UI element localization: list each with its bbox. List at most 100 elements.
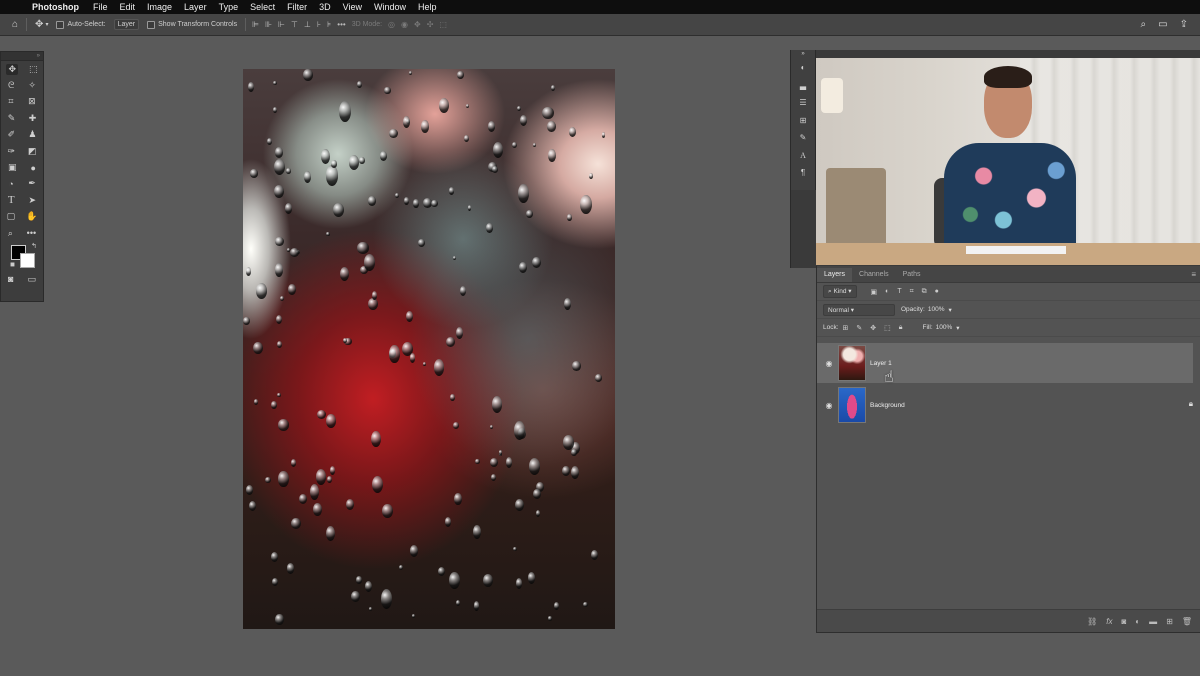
frame-tool-icon[interactable]: ⊠ [28, 96, 36, 107]
align-top-icon[interactable]: ⊤ [291, 20, 298, 29]
show-transform-controls-checkbox[interactable]: Show Transform Controls [147, 20, 237, 29]
lock-all-icon[interactable]: 🔒︎ [899, 324, 903, 332]
search-icon[interactable]: ⌕ [1141, 19, 1147, 30]
default-colors-icon[interactable]: ◼ [10, 261, 15, 268]
layer-style-icon[interactable]: fx [1106, 617, 1112, 626]
properties-panel-icon[interactable]: ☰ [791, 94, 815, 112]
marquee-tool-icon[interactable]: ⬚ [29, 64, 38, 75]
histogram-panel-icon[interactable]: ▃ [791, 77, 815, 95]
tab-channels[interactable]: Channels [852, 268, 896, 282]
new-layer-icon[interactable]: ⊞ [1166, 617, 1173, 626]
history-brush-tool-icon[interactable]: ✑ [7, 146, 15, 157]
menu-type[interactable]: Type [219, 2, 239, 12]
filter-adjustment-icon[interactable]: ◐ [885, 288, 889, 295]
share-icon[interactable]: ⇪ [1180, 19, 1188, 30]
link-layers-icon[interactable]: ⛓ [1087, 617, 1097, 626]
visibility-eye-icon[interactable]: ◉ [820, 359, 838, 368]
brush-settings-panel-icon[interactable]: ✎ [791, 129, 815, 147]
adjustments-panel-icon[interactable]: ◐ [791, 59, 815, 77]
layer-row-background[interactable]: ◉ Background 🔒︎ [817, 385, 1200, 425]
layer-filter-dropdown[interactable]: ⌕ Kind ▾ [823, 285, 857, 298]
opacity-dropdown-icon[interactable]: ▾ [948, 306, 951, 314]
eyedropper-tool-icon[interactable]: ✎ [8, 113, 16, 124]
menu-image[interactable]: Image [147, 2, 172, 12]
fill-dropdown-icon[interactable]: ▾ [956, 324, 959, 332]
libraries-panel-icon[interactable]: ⊞ [791, 112, 815, 130]
background-color-swatch[interactable] [20, 253, 35, 269]
align-right-icon[interactable]: ⊩ [278, 20, 285, 29]
distribute-icon[interactable]: ⊧ [327, 20, 331, 29]
more-options-icon[interactable]: ••• [337, 20, 345, 29]
layer-name[interactable]: Layer 1 [870, 360, 892, 367]
crop-tool-icon[interactable]: ⌗ [8, 96, 13, 107]
filter-shape-icon[interactable]: ⌗ [910, 288, 914, 296]
opacity-value[interactable]: 100% [928, 306, 945, 313]
clone-stamp-tool-icon[interactable]: ♟ [28, 129, 36, 140]
menu-filter[interactable]: Filter [287, 2, 307, 12]
new-adjustment-layer-icon[interactable]: ◐ [1135, 617, 1140, 626]
menu-layer[interactable]: Layer [184, 2, 207, 12]
align-center-icon[interactable]: ⊪ [265, 20, 272, 29]
screen-mode-icon[interactable]: ▭ [27, 274, 36, 285]
eraser-tool-icon[interactable]: ◩ [28, 146, 37, 157]
blur-tool-icon[interactable]: ● [31, 163, 36, 173]
lock-position-icon[interactable]: ✥ [870, 324, 876, 332]
layer-name[interactable]: Background [870, 402, 905, 409]
menu-view[interactable]: View [343, 2, 362, 12]
character-panel-icon[interactable]: A [791, 147, 815, 165]
move-tool-icon[interactable]: ✥ [6, 63, 19, 75]
tab-layers[interactable]: Layers [817, 268, 853, 282]
align-bottom-icon[interactable]: ⊦ [317, 20, 321, 29]
auto-select-value[interactable]: Layer [113, 19, 140, 30]
dodge-tool-icon[interactable]: ◔ [8, 179, 13, 189]
auto-select-checkbox[interactable]: Auto-Select: [56, 20, 106, 29]
menu-file[interactable]: File [93, 2, 108, 12]
lock-image-pixels-icon[interactable]: ✎ [856, 324, 862, 332]
auto-select-check-box[interactable] [56, 20, 65, 29]
menu-app-name[interactable]: Photoshop [32, 2, 79, 12]
type-tool-icon[interactable]: T [8, 194, 15, 206]
apple-icon[interactable] [11, 1, 23, 13]
panel-collapse-icon[interactable]: » [791, 50, 815, 59]
workspace-icon[interactable]: ▭ [1158, 19, 1167, 30]
layer-thumbnail[interactable] [838, 345, 866, 381]
gradient-tool-icon[interactable]: ▣ [8, 162, 17, 173]
panel-menu-icon[interactable]: ≡ [1191, 268, 1196, 282]
menu-select[interactable]: Select [250, 2, 275, 12]
path-selection-tool-icon[interactable]: ➤ [29, 195, 37, 206]
lock-artboard-icon[interactable]: ⬚ [884, 324, 891, 332]
menu-edit[interactable]: Edit [120, 2, 136, 12]
quick-mask-icon[interactable]: ◙ [8, 274, 13, 284]
hand-tool-icon[interactable]: ✋ [26, 211, 37, 222]
align-middle-icon[interactable]: ⊥ [304, 20, 311, 29]
swap-colors-icon[interactable]: ↰ [31, 242, 37, 250]
pen-tool-icon[interactable]: ✒ [28, 178, 36, 189]
layer-thumbnail[interactable] [838, 387, 866, 423]
filter-type-icon[interactable]: T [897, 288, 901, 295]
paragraph-panel-icon[interactable]: ¶ [791, 164, 815, 182]
new-group-icon[interactable]: ▬ [1149, 617, 1157, 626]
tools-panel-collapse-icon[interactable]: » [1, 52, 43, 61]
align-left-icon[interactable]: ⊫ [252, 20, 259, 29]
document-canvas[interactable] [243, 69, 615, 629]
home-icon[interactable]: ⌂ [12, 19, 18, 30]
menu-3d[interactable]: 3D [319, 2, 331, 12]
filter-pixel-icon[interactable]: ▣ [871, 288, 878, 296]
filter-toggle-icon[interactable]: ● [935, 288, 939, 295]
menu-help[interactable]: Help [418, 2, 437, 12]
fill-value[interactable]: 100% [936, 324, 953, 331]
lock-transparent-pixels-icon[interactable]: ⊞ [843, 324, 849, 332]
add-mask-icon[interactable]: ◙ [1121, 617, 1126, 626]
auto-select-dropdown[interactable]: Layer [113, 19, 140, 30]
layer-lock-icon[interactable]: 🔒︎ [1189, 399, 1193, 409]
zoom-tool-icon[interactable]: ⌕ [8, 228, 13, 239]
filter-smart-object-icon[interactable]: ⧉ [922, 288, 927, 296]
shape-tool-icon[interactable]: ▢ [7, 211, 16, 222]
healing-brush-tool-icon[interactable]: ✚ [29, 113, 37, 124]
lasso-tool-icon[interactable]: ᘓ [8, 80, 14, 91]
blend-mode-dropdown[interactable]: Normal ▾ [823, 303, 895, 316]
visibility-eye-icon[interactable]: ◉ [820, 401, 838, 410]
tab-paths[interactable]: Paths [896, 268, 928, 282]
edit-toolbar-icon[interactable]: ••• [27, 228, 36, 238]
layer-row-layer-1[interactable]: ◉ Layer 1 [817, 343, 1193, 383]
